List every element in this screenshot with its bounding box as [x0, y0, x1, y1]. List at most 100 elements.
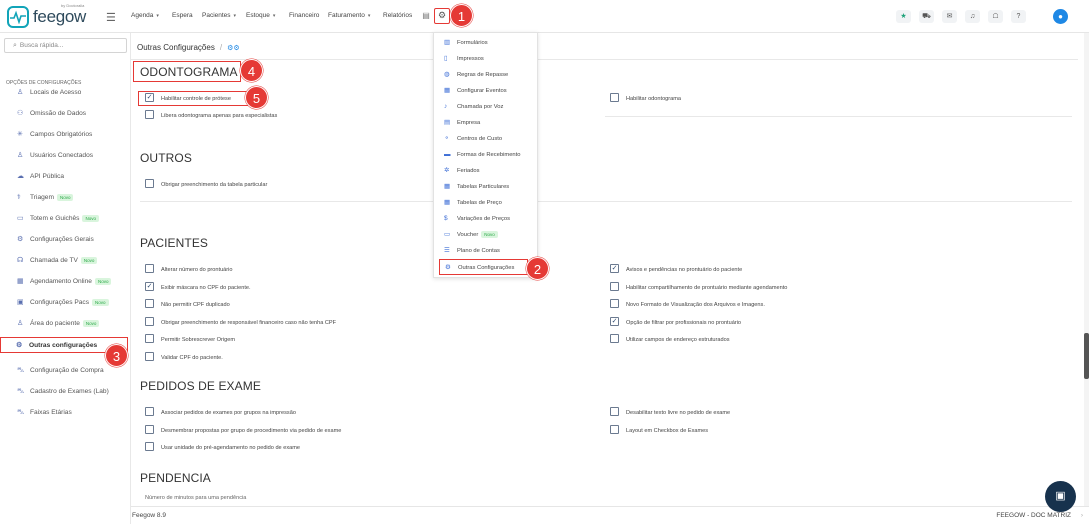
- nav-faturamento[interactable]: Faturamento ▾: [328, 12, 370, 19]
- chat-icon[interactable]: ☖: [988, 10, 1003, 23]
- checkbox-alterar-número-do-prontuário[interactable]: Alterar número do prontuário: [145, 264, 233, 275]
- checkbox-unchecked-icon[interactable]: [145, 264, 154, 273]
- chevron-right-icon[interactable]: ›: [1081, 512, 1083, 519]
- checkbox-habilitar-controle-de-prótese[interactable]: ✓ Habilitar controle de prótese: [145, 93, 231, 104]
- menu-item-configurar-eventos[interactable]: ▦ Configurar Eventos: [434, 83, 539, 99]
- menu-item-outras-configurações[interactable]: ⚙ Outras Configurações: [439, 259, 528, 275]
- checkbox-unchecked-icon[interactable]: [610, 93, 619, 102]
- sidebar-item-omissão-de-dados[interactable]: ⚇ Omissão de Dados: [0, 106, 131, 122]
- search-input[interactable]: ⌕ Busca rápida...: [4, 38, 127, 53]
- nav-agenda[interactable]: Agenda ▾: [131, 12, 159, 19]
- laptop-icon: ▭: [17, 215, 24, 222]
- checkbox-utilizar-campos-de-endereço-estruturados[interactable]: Utilizar campos de endereço estruturados: [610, 334, 730, 345]
- checkbox-usar-unidade-do-pré-agendamento-no-pedid[interactable]: Usar unidade do pré-agendamento no pedid…: [145, 442, 300, 453]
- checkbox-novo-formato-de-visualização-dos-arquivo[interactable]: Novo Formato de Visualização dos Arquivo…: [610, 299, 765, 310]
- sidebar-item-label: API Pública: [30, 173, 65, 180]
- checkbox-checked-icon[interactable]: ✓: [610, 264, 619, 273]
- checkbox-associar-pedidos-de-exames-por-grupos-na[interactable]: Associar pedidos de exames por grupos na…: [145, 407, 296, 418]
- menu-item-variações-de-preços[interactable]: $ Variações de Preços: [434, 211, 539, 227]
- help-icon[interactable]: ?: [1011, 10, 1026, 23]
- sidebar-item-área-do-paciente[interactable]: ♙ Área do paciente Novo: [0, 316, 131, 332]
- checkbox-unchecked-icon[interactable]: [610, 407, 619, 416]
- checkbox-habilitar-odontograma[interactable]: Habilitar odontograma: [610, 93, 681, 104]
- top-navbar: feegow by Doctoralia ☰ Agenda ▾ Espera Pa…: [0, 0, 1089, 33]
- scrollbar[interactable]: [1084, 33, 1089, 506]
- checkbox-unchecked-icon[interactable]: [610, 299, 619, 308]
- checkbox-unchecked-icon[interactable]: [610, 424, 619, 434]
- checkbox-unchecked-icon[interactable]: [145, 407, 154, 416]
- checkbox-obrigar-preenchimento-da-tabela-particul[interactable]: Obrigar preenchimento da tabela particul…: [145, 179, 267, 190]
- nav-financeiro[interactable]: Financeiro: [289, 12, 319, 19]
- unit-label[interactable]: FEEGOW - DOC MATRIZ: [996, 512, 1071, 519]
- star-icon[interactable]: ★: [896, 10, 911, 23]
- feegow-logo[interactable]: feegow by Doctoralia: [7, 3, 99, 28]
- menu-item-feriados[interactable]: ✲ Feriados: [434, 163, 539, 179]
- user-avatar-icon[interactable]: ●: [1053, 9, 1068, 24]
- menu-item-voucher[interactable]: ▭ Voucher Novo: [434, 227, 539, 243]
- printer-icon[interactable]: ▤: [421, 11, 431, 21]
- section-title-pedidos: PEDIDOS DE EXAME: [140, 379, 261, 393]
- menu-item-impressos[interactable]: ▯ Impressos: [434, 51, 539, 67]
- checkbox-checked-icon[interactable]: ✓: [145, 93, 154, 102]
- sidebar-item-cadastro-de-exames-lab-[interactable]: ⛍ Cadastro de Exames (Lab): [0, 384, 131, 400]
- checkbox-habilitar-compartilhamento-de-prontuário[interactable]: Habilitar compartilhamento de prontuário…: [610, 281, 787, 293]
- menu-item-centros-de-custo[interactable]: ⚬ Centros de Custo: [434, 131, 539, 147]
- sidebar-item-faixas-etárias[interactable]: ⛍ Faixas Etárias: [0, 405, 131, 421]
- menu-item-formas-de-recebimento[interactable]: ▬ Formas de Recebimento: [434, 147, 539, 163]
- checkbox-unchecked-icon[interactable]: [145, 334, 154, 343]
- checkbox-não-permitir-cpf-duplicado[interactable]: Não permitir CPF duplicado: [145, 299, 230, 310]
- checkbox-libera-odontograma-apenas-para-especiali[interactable]: Libera odontograma apenas para especiali…: [145, 109, 277, 121]
- menu-item-empresa[interactable]: ▤ Empresa: [434, 115, 539, 131]
- checkbox-desabilitar-texto-livre-no-pedido-de-exa[interactable]: Desabilitar texto livre no pedido de exa…: [610, 407, 730, 418]
- nav-espera[interactable]: Espera: [172, 12, 193, 19]
- checkbox-unchecked-icon[interactable]: [145, 424, 154, 434]
- checkbox-avisos-e-pendências-no-prontuário-do-pac[interactable]: ✓ Avisos e pendências no prontuário do pa…: [610, 264, 742, 275]
- checkbox-layout-em-checkbox-de-exames[interactable]: Layout em Checkbox de Exames: [610, 424, 708, 436]
- nav-estoque[interactable]: Estoque ▾: [246, 12, 275, 19]
- checkbox-unchecked-icon[interactable]: [145, 442, 154, 451]
- checkbox-unchecked-icon[interactable]: [145, 351, 154, 361]
- menu-toggle-icon[interactable]: ☰: [106, 11, 116, 24]
- menu-item-formulários[interactable]: ▥ Formulários: [434, 35, 539, 51]
- asterisk-icon: ✳: [17, 131, 23, 138]
- checkbox-exibir-máscara-no-cpf-do-paciente-[interactable]: ✓ Exibir máscara no CPF do paciente.: [145, 281, 251, 293]
- sidebar-item-configurações-gerais[interactable]: ⚙ Configurações Gerais: [0, 232, 131, 248]
- settings-gear-icon[interactable]: ⚙: [434, 8, 450, 24]
- checkbox-unchecked-icon[interactable]: [145, 316, 154, 326]
- sidebar-item-label: Totem e Guichês: [30, 215, 80, 222]
- sidebar-item-triagem[interactable]: ⚕ Triagem Novo: [0, 190, 131, 206]
- mail-icon[interactable]: ✉: [942, 10, 957, 23]
- checkbox-permitir-sobrescrever-origem[interactable]: Permitir Sobrescrever Origem: [145, 334, 235, 345]
- sidebar-item-locais-de-acesso[interactable]: ♙ Locais de Acesso: [0, 85, 131, 101]
- sidebar-item-usuários-conectados[interactable]: ♙ Usuários Conectados: [0, 148, 131, 164]
- checkbox-validar-cpf-do-paciente-[interactable]: Validar CPF do paciente.: [145, 351, 223, 363]
- sidebar-item-totem-e-guichês[interactable]: ▭ Totem e Guichês Novo: [0, 211, 131, 227]
- checkbox-desmembrar-propostas-por-grupo-de-proced[interactable]: Desmembrar propostas por grupo de proced…: [145, 424, 341, 436]
- menu-item-plano-de-contas[interactable]: ☰ Plano de Contas: [434, 243, 539, 259]
- car-icon[interactable]: ⛟: [919, 10, 934, 23]
- sidebar-item-campos-obrigatórios[interactable]: ✳ Campos Obrigatórios: [0, 127, 131, 143]
- bell-icon[interactable]: ♫: [965, 10, 980, 23]
- section-title-outros: OUTROS: [140, 151, 192, 165]
- sidebar-item-chamada-de-tv[interactable]: ☊ Chamada de TV Novo: [0, 253, 131, 269]
- checkbox-unchecked-icon[interactable]: [145, 179, 154, 188]
- menu-item-chamada-por-voz[interactable]: ♪ Chamada por Voz: [434, 99, 539, 115]
- menu-item-tabelas-particulares[interactable]: ▦ Tabelas Particulares: [434, 179, 539, 195]
- checkbox-unchecked-icon[interactable]: [145, 109, 154, 119]
- checkbox-unchecked-icon[interactable]: [610, 334, 619, 343]
- checkbox-unchecked-icon[interactable]: [145, 299, 154, 308]
- checkbox-checked-icon[interactable]: ✓: [145, 281, 154, 291]
- checkbox-checked-icon[interactable]: ✓: [610, 316, 619, 326]
- nav-pacientes[interactable]: Pacientes ▾: [202, 12, 236, 19]
- sidebar-item-label: Configurações Pacs: [30, 299, 90, 306]
- sidebar-item-agendamento-online[interactable]: ▦ Agendamento Online Novo: [0, 274, 131, 290]
- sidebar-item-configurações-pacs[interactable]: ▣ Configurações Pacs Novo: [0, 295, 131, 311]
- chat-widget-icon[interactable]: ▣: [1045, 481, 1076, 512]
- checkbox-unchecked-icon[interactable]: [610, 281, 619, 291]
- menu-item-regras-de-repasse[interactable]: ◍ Regras de Repasse: [434, 67, 539, 83]
- checkbox-opção-de-filtrar-por-profissionais-no-pr[interactable]: ✓ Opção de filtrar por profissionais no p…: [610, 316, 741, 328]
- menu-item-tabelas-de-preço[interactable]: ▦ Tabelas de Preço: [434, 195, 539, 211]
- nav-relatorios[interactable]: Relatórios: [383, 12, 412, 19]
- sidebar-item-api-pública[interactable]: ☁ API Pública: [0, 169, 131, 185]
- checkbox-obrigar-preenchimento-de-responsável-fin[interactable]: Obrigar preenchimento de responsável fin…: [145, 316, 336, 328]
